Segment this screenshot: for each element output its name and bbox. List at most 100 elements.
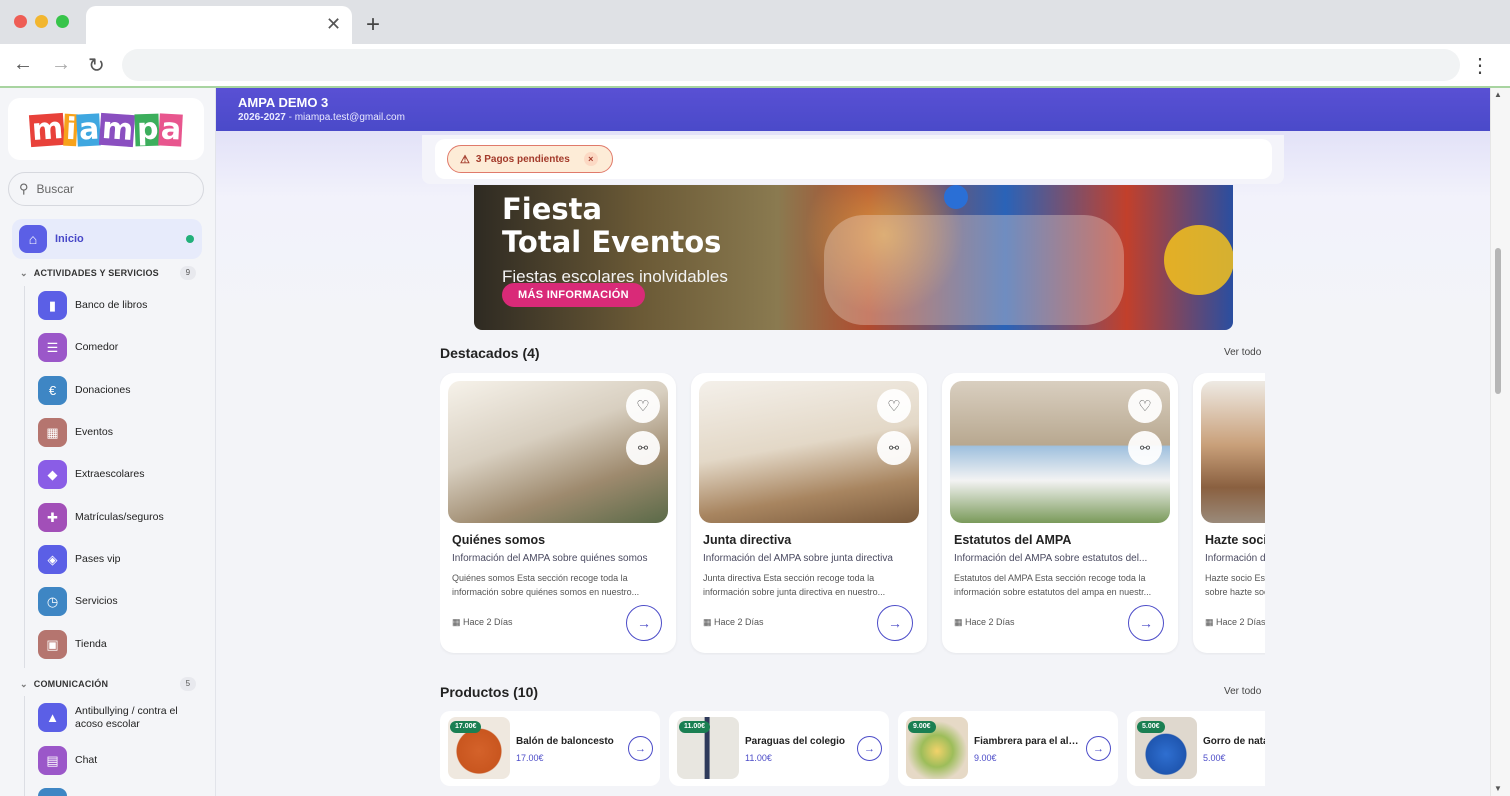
arrow-right-icon[interactable]: → bbox=[857, 736, 882, 761]
product-card[interactable]: 17.00€ Balón de baloncesto 17.00€ → bbox=[440, 711, 660, 786]
sidebar-item-label: Extraescolares bbox=[75, 468, 145, 480]
warning-icon: ▲ bbox=[38, 703, 67, 732]
reload-icon[interactable]: ↻ bbox=[88, 53, 105, 78]
featured-card[interactable]: ♡ ⚯ Junta directiva Información del AMPA… bbox=[691, 373, 927, 653]
sidebar-item-eventos[interactable]: ▦ Eventos bbox=[38, 418, 208, 447]
sidebar-item-next[interactable] bbox=[38, 788, 208, 796]
sidebar-item-inicio[interactable]: ⌂ Inicio bbox=[12, 219, 202, 259]
sidebar-item-label: Banco de libros bbox=[75, 299, 148, 311]
sidebar-item-label: Inicio bbox=[55, 233, 84, 245]
featured-card[interactable]: ♡ ⚯ Estatutos del AMPA Información del A… bbox=[942, 373, 1178, 653]
sidebar-item-comedor[interactable]: ☰ Comedor bbox=[38, 333, 208, 362]
maximize-window-dot[interactable] bbox=[56, 15, 69, 28]
card-title: Quiénes somos bbox=[452, 533, 546, 547]
featured-see-all-link[interactable]: Ver todo bbox=[1224, 347, 1261, 358]
forward-icon[interactable]: → bbox=[51, 53, 71, 76]
logo-card[interactable]: miampa bbox=[8, 98, 204, 160]
sidebar-item-tienda[interactable]: ▣ Tienda bbox=[38, 630, 208, 659]
sidebar-item-banco-de-libros[interactable]: ▮ Banco de libros bbox=[38, 291, 208, 320]
price-badge: 11.00€ bbox=[679, 721, 711, 733]
product-price: 9.00€ bbox=[974, 753, 997, 763]
product-name: Balón de baloncesto bbox=[516, 736, 614, 747]
sidebar-item-label: Tienda bbox=[75, 638, 107, 650]
card-date: ▦ Hace 2 Días bbox=[1205, 617, 1265, 627]
address-bar[interactable] bbox=[122, 49, 1460, 81]
product-card[interactable]: 9.00€ Fiambrera para el almuerzo 9.00€ → bbox=[898, 711, 1118, 786]
active-indicator bbox=[186, 235, 194, 243]
section-actividades[interactable]: ⌄ ACTIVIDADES Y SERVICIOS 9 bbox=[20, 266, 196, 280]
browser-menu-icon[interactable]: ⋮ bbox=[1470, 53, 1490, 78]
chevron-down-icon: ⌄ bbox=[20, 678, 28, 689]
calendar-icon: ▦ bbox=[38, 418, 67, 447]
promo-banner[interactable]: Fiesta Total Eventos Fiestas escolares in… bbox=[474, 185, 1233, 330]
dismiss-icon[interactable]: × bbox=[583, 152, 598, 166]
minimize-window-dot[interactable] bbox=[35, 15, 48, 28]
browser-tab[interactable] bbox=[86, 6, 352, 44]
item-icon bbox=[38, 788, 67, 796]
card-date: ▦ Hace 2 Días bbox=[452, 617, 513, 627]
list-icon: ☰ bbox=[38, 333, 67, 362]
main-content: AMPA DEMO 3 2026-2027 - miampa.test@gmai… bbox=[216, 88, 1490, 796]
more-info-button[interactable]: MÁS INFORMACIÓN bbox=[502, 283, 645, 307]
featured-card[interactable]: ♡ ⚯ Quiénes somos Información del AMPA s… bbox=[440, 373, 676, 653]
scrollbar-thumb[interactable] bbox=[1495, 248, 1501, 394]
close-window-dot[interactable] bbox=[14, 15, 27, 28]
chevron-down-icon: ⌄ bbox=[20, 267, 28, 278]
browser-toolbar: ← → ↻ ⋮ bbox=[0, 44, 1510, 88]
heart-icon[interactable]: ♡ bbox=[626, 389, 660, 423]
book-icon: ▮ bbox=[38, 291, 67, 320]
sidebar: miampa ⚲ Buscar ⌂ Inicio ⌄ ACTIVIDADES Y… bbox=[0, 88, 216, 796]
sidebar-item-pases-vip[interactable]: ◈ Pases vip bbox=[38, 545, 208, 574]
miampa-logo: miampa bbox=[28, 110, 184, 148]
heart-icon[interactable]: ♡ bbox=[1128, 389, 1162, 423]
sidebar-item-antibullying[interactable]: ▲ Antibullying / contra el acoso escolar bbox=[38, 703, 208, 732]
heart-icon[interactable]: ♡ bbox=[877, 389, 911, 423]
alert-area: ⚠ 3 Pagos pendientes × bbox=[422, 135, 1284, 184]
search-input[interactable]: ⚲ Buscar bbox=[8, 172, 204, 206]
sidebar-item-servicios[interactable]: ◷ Servicios bbox=[38, 587, 208, 616]
featured-card[interactable]: ♡ ⚯ Hazte socio Información del AMPA sob… bbox=[1193, 373, 1265, 653]
products-carousel: 17.00€ Balón de baloncesto 17.00€ → 11.0… bbox=[440, 711, 1265, 787]
arrow-right-icon[interactable]: → bbox=[1128, 605, 1164, 641]
tab-close-icon[interactable]: ✕ bbox=[326, 14, 341, 35]
price-badge: 9.00€ bbox=[908, 721, 936, 733]
sidebar-item-donaciones[interactable]: € Donaciones bbox=[38, 376, 208, 405]
share-icon[interactable]: ⚯ bbox=[877, 431, 911, 465]
section-count-badge: 9 bbox=[180, 266, 196, 280]
card-date: ▦ Hace 2 Días bbox=[954, 617, 1015, 627]
sidebar-item-extraescolares[interactable]: ◆ Extraescolares bbox=[38, 460, 208, 489]
product-name: Fiambrera para el almuerzo bbox=[974, 736, 1082, 747]
header-subtitle: 2026-2027 - miampa.test@gmail.com bbox=[238, 112, 405, 123]
sidebar-item-label: Servicios bbox=[75, 595, 118, 607]
search-icon: ⚲ bbox=[19, 181, 29, 196]
product-card[interactable]: 5.00€ Gorro de natación 5.00€ → bbox=[1127, 711, 1265, 786]
sidebar-item-chat[interactable]: ▤ Chat bbox=[38, 746, 208, 775]
sunflower-shape bbox=[1164, 225, 1233, 295]
sidebar-item-label: Matrículas/seguros bbox=[75, 511, 164, 523]
back-icon[interactable]: ← bbox=[13, 53, 33, 76]
arrow-right-icon[interactable]: → bbox=[877, 605, 913, 641]
card-excerpt: Junta directiva Esta sección recoge toda… bbox=[703, 573, 886, 597]
scroll-up-icon[interactable]: ▲ bbox=[1494, 90, 1502, 99]
share-icon[interactable]: ⚯ bbox=[1128, 431, 1162, 465]
card-excerpt: Quiénes somos Esta sección recoge toda l… bbox=[452, 573, 640, 597]
euro-icon: € bbox=[38, 376, 67, 405]
sidebar-item-matriculas-seguros[interactable]: ✚ Matrículas/seguros bbox=[38, 503, 208, 532]
share-icon[interactable]: ⚯ bbox=[626, 431, 660, 465]
arrow-right-icon[interactable]: → bbox=[1086, 736, 1111, 761]
banner-title: Fiesta Total Eventos bbox=[502, 192, 722, 259]
scroll-down-icon[interactable]: ▼ bbox=[1494, 784, 1502, 793]
section-divider bbox=[24, 696, 25, 796]
sidebar-item-label: Eventos bbox=[75, 426, 113, 438]
product-card[interactable]: 11.00€ Paraguas del colegio 11.00€ → bbox=[669, 711, 889, 786]
section-comunicacion[interactable]: ⌄ COMUNICACIÓN 5 bbox=[20, 677, 196, 691]
pending-payments-badge[interactable]: ⚠ 3 Pagos pendientes × bbox=[447, 145, 613, 173]
product-price: 11.00€ bbox=[745, 753, 772, 763]
page-scrollbar[interactable]: ▲ ▼ bbox=[1490, 88, 1510, 796]
new-tab-icon[interactable]: + bbox=[366, 11, 380, 39]
card-title: Hazte socio bbox=[1205, 533, 1265, 547]
products-see-all-link[interactable]: Ver todo bbox=[1224, 686, 1261, 697]
arrow-right-icon[interactable]: → bbox=[626, 605, 662, 641]
arrow-right-icon[interactable]: → bbox=[628, 736, 653, 761]
card-title: Junta directiva bbox=[703, 533, 792, 547]
